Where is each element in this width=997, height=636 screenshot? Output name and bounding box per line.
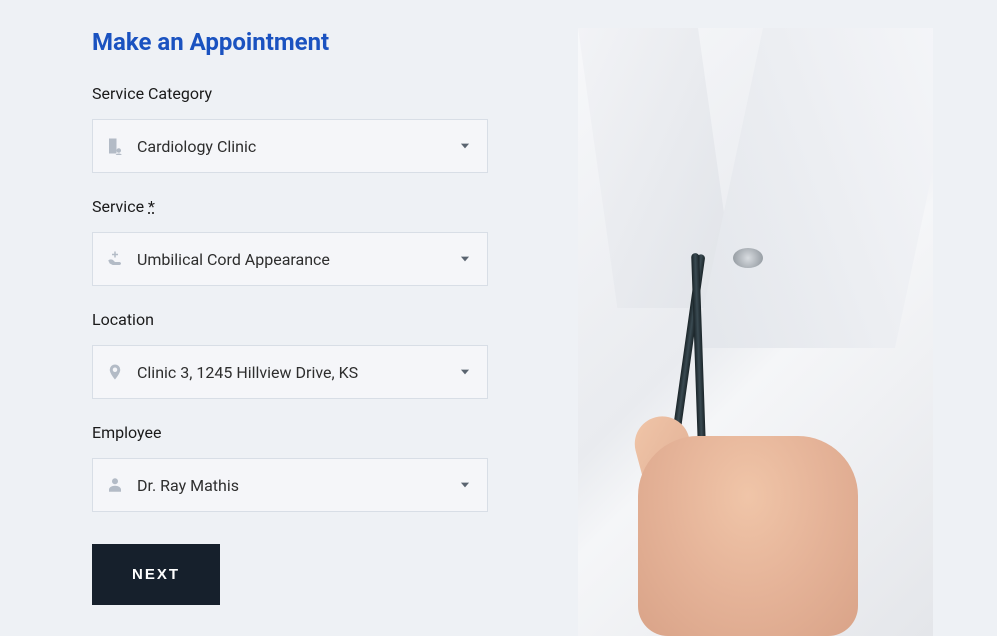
chevron-down-icon: [443, 365, 487, 379]
label-service-category: Service Category: [92, 84, 488, 103]
field-service: Service * Umbilical Cord Appearance: [92, 197, 488, 286]
select-location[interactable]: Clinic 3, 1245 Hillview Drive, KS: [92, 345, 488, 399]
label-employee: Employee: [92, 423, 488, 442]
user-icon: [93, 476, 137, 494]
next-button[interactable]: NEXT: [92, 544, 220, 605]
map-pin-icon: [93, 363, 137, 381]
field-employee: Employee Dr. Ray Mathis: [92, 423, 488, 512]
appointment-form: Make an Appointment Service Category Car…: [0, 0, 578, 636]
field-location: Location Clinic 3, 1245 Hillview Drive, …: [92, 310, 488, 399]
doctor-photo: [578, 28, 933, 636]
value-employee: Dr. Ray Mathis: [137, 476, 443, 495]
value-service: Umbilical Cord Appearance: [137, 250, 443, 269]
field-service-category: Service Category Cardiology Clinic: [92, 84, 488, 173]
required-mark: *: [148, 197, 155, 216]
value-location: Clinic 3, 1245 Hillview Drive, KS: [137, 363, 443, 382]
value-service-category: Cardiology Clinic: [137, 137, 443, 156]
select-service[interactable]: Umbilical Cord Appearance: [92, 232, 488, 286]
chevron-down-icon: [443, 139, 487, 153]
hand-medical-icon: [93, 250, 137, 268]
select-employee[interactable]: Dr. Ray Mathis: [92, 458, 488, 512]
page-title: Make an Appointment: [92, 28, 488, 56]
chevron-down-icon: [443, 478, 487, 492]
chevron-down-icon: [443, 252, 487, 266]
building-user-icon: [93, 137, 137, 155]
label-location: Location: [92, 310, 488, 329]
label-service: Service *: [92, 197, 488, 216]
select-service-category[interactable]: Cardiology Clinic: [92, 119, 488, 173]
